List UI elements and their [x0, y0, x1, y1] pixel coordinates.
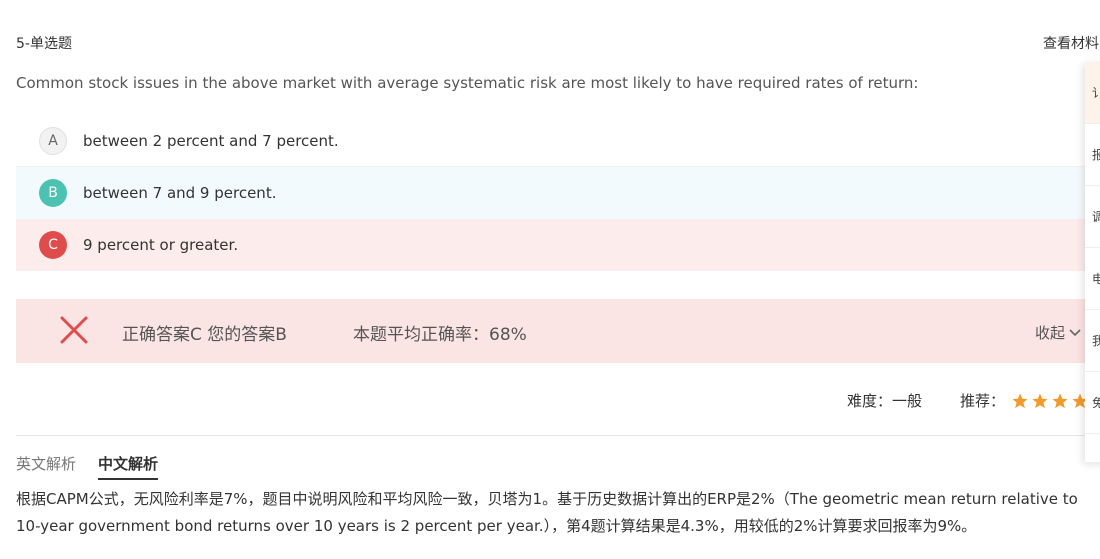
- side-item-5[interactable]: 我: [1085, 310, 1100, 372]
- side-item-4[interactable]: 电: [1085, 248, 1100, 310]
- star-icon: [1012, 393, 1028, 408]
- option-a-text: between 2 percent and 7 percent.: [83, 131, 339, 150]
- question-text: Common stock issues in the above market …: [16, 74, 919, 92]
- side-floating-panel: 讠 报 调 电 我 免: [1085, 62, 1100, 462]
- option-c-letter: C: [39, 231, 67, 259]
- recommend-label: 推荐：: [960, 392, 1006, 410]
- option-b[interactable]: B between 7 and 9 percent.: [16, 167, 1100, 219]
- star-icon: [1032, 393, 1048, 408]
- recommend-rating: 推荐：: [960, 390, 1091, 411]
- option-b-letter: B: [39, 179, 67, 207]
- tab-chinese-analysis[interactable]: 中文解析: [98, 453, 159, 480]
- star-icon: [1052, 393, 1068, 408]
- view-material-link[interactable]: 查看材料: [1043, 33, 1099, 53]
- option-b-text: between 7 and 9 percent.: [83, 184, 277, 202]
- side-item-2[interactable]: 报: [1085, 124, 1100, 186]
- option-a[interactable]: A between 2 percent and 7 percent.: [16, 115, 1100, 167]
- difficulty-label: 难度：一般: [847, 392, 923, 410]
- average-accuracy: 本题平均正确率：68%: [353, 325, 527, 345]
- chevron-down-icon: [1069, 328, 1081, 336]
- section-divider: [16, 435, 1100, 436]
- close-icon: [60, 316, 88, 344]
- collapse-button[interactable]: 收起: [1035, 322, 1082, 343]
- option-c[interactable]: C 9 percent or greater.: [16, 219, 1100, 271]
- answer-result-panel: 正确答案C 您的答案B 本题平均正确率：68% 收起: [16, 299, 1100, 363]
- correct-and-your-answer: 正确答案C 您的答案B: [122, 325, 287, 345]
- side-item-3[interactable]: 调: [1085, 186, 1100, 248]
- side-item-6[interactable]: 免: [1085, 372, 1100, 434]
- star-rating: [1011, 392, 1091, 410]
- analysis-tabs: 英文解析 中文解析: [16, 453, 180, 480]
- analysis-text: 根据CAPM公式，无风险利率是7%，题目中说明风险和平均风险一致，贝塔为1。基于…: [16, 490, 1078, 535]
- collapse-label: 收起: [1035, 324, 1066, 342]
- option-a-letter: A: [39, 126, 67, 155]
- question-type-header: 5-单选题: [16, 36, 72, 52]
- tab-english-analysis[interactable]: 英文解析: [16, 453, 76, 474]
- option-c-text: 9 percent or greater.: [83, 236, 239, 254]
- side-item-1[interactable]: 讠: [1085, 62, 1100, 124]
